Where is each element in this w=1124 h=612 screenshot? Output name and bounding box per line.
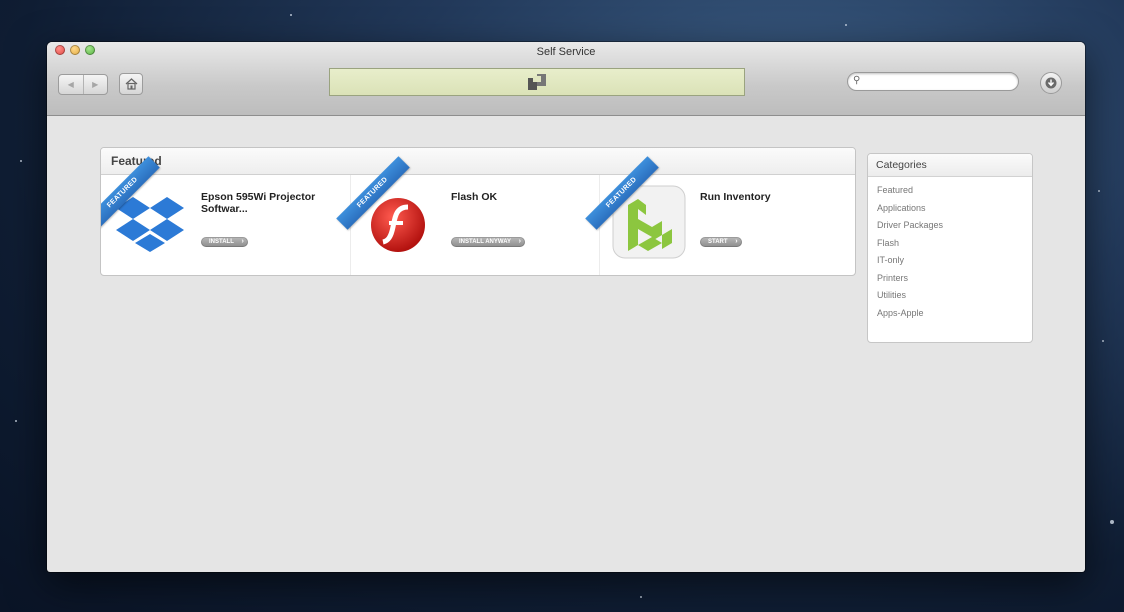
install-anyway-button[interactable]: INSTALL ANYWAY — [451, 237, 526, 247]
search-input[interactable] — [866, 74, 1011, 88]
featured-item-run-inventory[interactable]: FEATURED Run Inventory START — [585, 156, 848, 275]
install-button[interactable]: INSTALL — [201, 237, 248, 247]
forward-arrow-icon: ▶ — [92, 80, 99, 89]
forward-button[interactable]: ▶ — [82, 75, 108, 94]
categories-panel: Categories Featured Applications Driver … — [867, 153, 1033, 343]
back-button[interactable]: ◀ — [59, 75, 83, 94]
category-utilities[interactable]: Utilities — [868, 287, 1032, 305]
featured-panel: Featured FEATURED Epson 595Wi Projector … — [100, 147, 856, 276]
search-field[interactable]: ⚲ — [847, 72, 1019, 91]
item-name: Run Inventory — [700, 191, 771, 203]
self-service-window: Self Service ◀ ▶ ⚲ Featured FEATURED Eps… — [47, 42, 1085, 572]
home-button[interactable] — [119, 73, 143, 95]
category-applications[interactable]: Applications — [868, 200, 1032, 218]
category-printers[interactable]: Printers — [868, 270, 1032, 288]
download-icon — [1045, 77, 1057, 89]
item-name: Flash OK — [451, 191, 498, 203]
featured-item-epson[interactable]: FEATURED Epson 595Wi Projector Softwar..… — [101, 156, 349, 275]
download-button[interactable] — [1040, 72, 1062, 94]
categories-heading: Categories — [868, 154, 1032, 177]
featured-heading: Featured — [101, 148, 855, 175]
search-icon: ⚲ — [853, 75, 861, 86]
company-logo-icon — [528, 74, 546, 90]
branding-banner — [329, 68, 745, 96]
featured-item-flash[interactable]: FEATURED Flash OK INSTALL ANYWAY — [336, 156, 599, 275]
toolbar: Self Service ◀ ▶ ⚲ — [47, 42, 1085, 116]
category-driver-packages[interactable]: Driver Packages — [868, 217, 1032, 235]
start-button[interactable]: START — [700, 237, 742, 247]
category-flash[interactable]: Flash — [868, 235, 1032, 253]
category-apps-apple[interactable]: Apps-Apple — [868, 305, 1032, 323]
item-name: Epson 595Wi Projector Softwar... — [201, 191, 316, 215]
category-it-only[interactable]: IT-only — [868, 252, 1032, 270]
navigation-buttons: ◀ ▶ — [58, 74, 108, 95]
window-title: Self Service — [536, 46, 596, 58]
categories-list: Featured Applications Driver Packages Fl… — [868, 177, 1032, 322]
home-icon — [125, 78, 137, 90]
back-arrow-icon: ◀ — [67, 80, 74, 89]
category-featured[interactable]: Featured — [868, 182, 1032, 200]
